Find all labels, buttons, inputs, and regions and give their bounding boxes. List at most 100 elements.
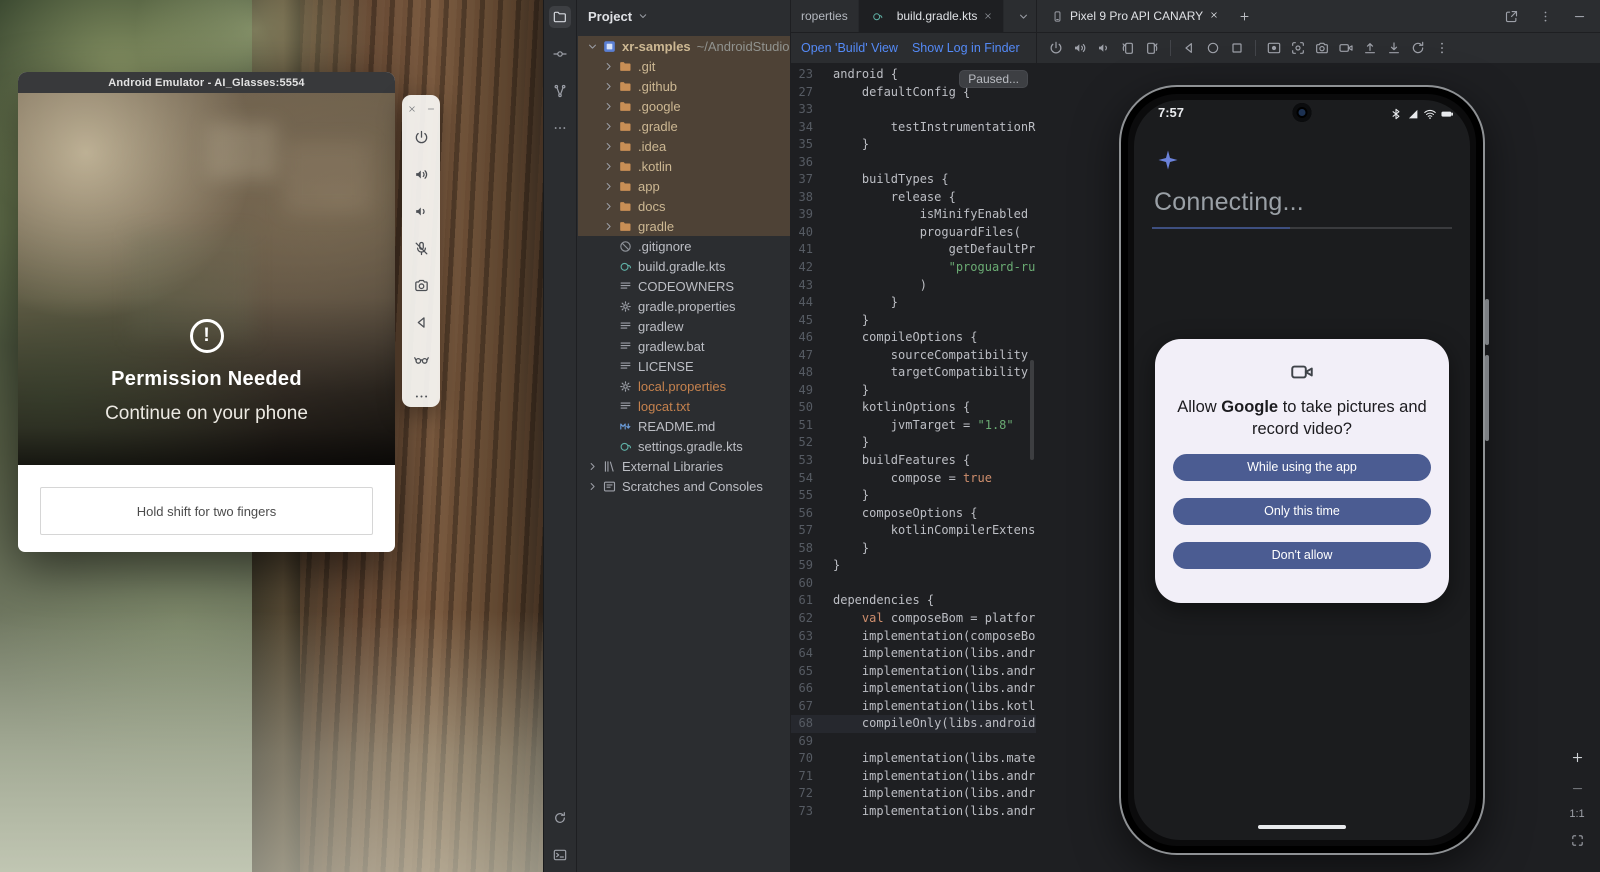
new-tab-button[interactable] bbox=[1233, 5, 1255, 27]
tree-item-gradlew-bat[interactable]: gradlew.bat bbox=[578, 336, 790, 356]
code-line-43[interactable]: 43 ) bbox=[791, 277, 1036, 295]
tree-item-app[interactable]: app bbox=[578, 176, 790, 196]
upload-button[interactable] bbox=[1359, 37, 1381, 59]
back-button[interactable] bbox=[410, 311, 432, 333]
rotate-right-button[interactable] bbox=[1141, 37, 1163, 59]
tree-item-idea[interactable]: .idea bbox=[578, 136, 790, 156]
home-indicator[interactable] bbox=[1258, 825, 1346, 829]
code-line-58[interactable]: 58 } bbox=[791, 540, 1036, 558]
tree-item-docs[interactable]: docs bbox=[578, 196, 790, 216]
code-line-42[interactable]: 42 "proguard-ru bbox=[791, 259, 1036, 277]
code-line-45[interactable]: 45 } bbox=[791, 312, 1036, 330]
sync-button[interactable] bbox=[549, 807, 571, 829]
code-line-56[interactable]: 56 composeOptions { bbox=[791, 505, 1036, 523]
dialog-button-only-this-time[interactable]: Only this time bbox=[1173, 498, 1431, 525]
tree-item-external-libraries[interactable]: External Libraries bbox=[578, 456, 790, 476]
tab-gradle-properties[interactable]: roperties bbox=[791, 0, 859, 32]
tree-item-license[interactable]: LICENSE bbox=[578, 356, 790, 376]
code-line-53[interactable]: 53 buildFeatures { bbox=[791, 452, 1036, 470]
tab-build-gradle-kts[interactable]: build.gradle.kts bbox=[859, 0, 1005, 32]
more-h-button[interactable] bbox=[549, 117, 571, 139]
code-line-34[interactable]: 34 testInstrumentationR bbox=[791, 119, 1036, 137]
code-line-50[interactable]: 50 kotlinOptions { bbox=[791, 399, 1036, 417]
code-line-59[interactable]: 59} bbox=[791, 557, 1036, 575]
code-line-63[interactable]: 63 implementation(composeBo bbox=[791, 628, 1036, 646]
code-line-68[interactable]: 68 compileOnly(libs.android bbox=[791, 715, 1036, 733]
code-line-62[interactable]: 62 val composeBom = platfor bbox=[791, 610, 1036, 628]
screenshot-button[interactable] bbox=[1287, 37, 1309, 59]
code-line-61[interactable]: 61dependencies { bbox=[791, 592, 1036, 610]
home-button[interactable] bbox=[1202, 37, 1224, 59]
code-line-60[interactable]: 60 bbox=[791, 575, 1036, 593]
code-line-54[interactable]: 54 compose = true bbox=[791, 470, 1036, 488]
zoom-in-button[interactable] bbox=[1566, 746, 1588, 768]
code-line-71[interactable]: 71 implementation(libs.andr bbox=[791, 768, 1036, 786]
tree-item-local-properties[interactable]: local.properties bbox=[578, 376, 790, 396]
zoom-level[interactable]: 1:1 bbox=[1569, 808, 1584, 820]
tree-item-settings-gradle-kts[interactable]: settings.gradle.kts bbox=[578, 436, 790, 456]
commit-button[interactable] bbox=[549, 43, 571, 65]
code-line-35[interactable]: 35 } bbox=[791, 136, 1036, 154]
tree-item-kotlin[interactable]: .kotlin bbox=[578, 156, 790, 176]
code-line-38[interactable]: 38 release { bbox=[791, 189, 1036, 207]
project-dropdown-icon[interactable] bbox=[637, 10, 649, 22]
minimize-button[interactable] bbox=[1568, 5, 1590, 27]
toolbar-minimize-icon[interactable] bbox=[426, 104, 436, 114]
code-line-65[interactable]: 65 implementation(libs.andr bbox=[791, 663, 1036, 681]
terminal-button[interactable] bbox=[549, 844, 571, 866]
tree-item-gradle[interactable]: .gradle bbox=[578, 116, 790, 136]
code-line-55[interactable]: 55 } bbox=[791, 487, 1036, 505]
zoom-out-button[interactable] bbox=[1566, 777, 1588, 799]
code-line-51[interactable]: 51 jvmTarget = "1.8" bbox=[791, 417, 1036, 435]
code-line-69[interactable]: 69 bbox=[791, 733, 1036, 751]
rotate-left-button[interactable] bbox=[1117, 37, 1139, 59]
dialog-button-don-t-allow[interactable]: Don't allow bbox=[1173, 542, 1431, 569]
tree-item-logcat-txt[interactable]: logcat.txt bbox=[578, 396, 790, 416]
download-button[interactable] bbox=[1383, 37, 1405, 59]
code-line-41[interactable]: 41 getDefaultPr bbox=[791, 241, 1036, 259]
tree-item-gradlew[interactable]: gradlew bbox=[578, 316, 790, 336]
tree-item-gradle[interactable]: gradle bbox=[578, 216, 790, 236]
code-line-57[interactable]: 57 kotlinCompilerExtens bbox=[791, 522, 1036, 540]
code-line-70[interactable]: 70 implementation(libs.mate bbox=[791, 750, 1036, 768]
volume-down-button[interactable] bbox=[410, 200, 432, 222]
mic-off-button[interactable] bbox=[410, 237, 432, 259]
camera-button[interactable] bbox=[410, 274, 432, 296]
tree-item-xr-samples[interactable]: xr-samples~/AndroidStudioProj bbox=[578, 36, 790, 56]
device-tab-close-icon[interactable] bbox=[1209, 9, 1219, 23]
screen-record-button[interactable] bbox=[1263, 37, 1285, 59]
dialog-button-while-using-the-app[interactable]: While using the app bbox=[1173, 454, 1431, 481]
emulator-screen[interactable]: ! Permission Needed Continue on your pho… bbox=[18, 93, 395, 465]
code-line-48[interactable]: 48 targetCompatibility bbox=[791, 364, 1036, 382]
device-tab[interactable]: Pixel 9 Pro API CANARY bbox=[1043, 0, 1227, 32]
emulator-titlebar[interactable]: Android Emulator - AI_Glasses:5554 bbox=[18, 72, 395, 93]
phone-screen[interactable]: 7:57 Connecting... Allow Google to take … bbox=[1134, 100, 1470, 840]
code-area[interactable]: 23android {27 defaultConfig {3334 testIn… bbox=[791, 64, 1036, 872]
editor-scrollbar[interactable] bbox=[1030, 360, 1034, 460]
open-build-view-link[interactable]: Open 'Build' View bbox=[801, 41, 898, 55]
code-line-72[interactable]: 72 implementation(libs.andr bbox=[791, 785, 1036, 803]
code-line-73[interactable]: 73 implementation(libs.andr bbox=[791, 803, 1036, 821]
code-line-37[interactable]: 37 buildTypes { bbox=[791, 171, 1036, 189]
tree-item-git[interactable]: .git bbox=[578, 56, 790, 76]
code-line-39[interactable]: 39 isMinifyEnabled bbox=[791, 206, 1036, 224]
tree-item-readme-md[interactable]: README.md bbox=[578, 416, 790, 436]
toolbar-close-icon[interactable] bbox=[407, 104, 417, 114]
tree-item-github[interactable]: .github bbox=[578, 76, 790, 96]
code-line-64[interactable]: 64 implementation(libs.andr bbox=[791, 645, 1036, 663]
structure-button[interactable] bbox=[549, 80, 571, 102]
tree-item-scratches-and-consoles[interactable]: Scratches and Consoles bbox=[578, 476, 790, 496]
tree-item-codeowners[interactable]: CODEOWNERS bbox=[578, 276, 790, 296]
overview-button[interactable] bbox=[1226, 37, 1248, 59]
volume-up-button[interactable] bbox=[1069, 37, 1091, 59]
code-line-44[interactable]: 44 } bbox=[791, 294, 1036, 312]
more-v-button[interactable] bbox=[1534, 5, 1556, 27]
more-v-button[interactable] bbox=[1431, 37, 1453, 59]
volume-up-button[interactable] bbox=[410, 163, 432, 185]
tree-item-google[interactable]: .google bbox=[578, 96, 790, 116]
show-log-link[interactable]: Show Log in Finder bbox=[912, 41, 1020, 55]
more-h-button[interactable] bbox=[410, 385, 432, 407]
volume-down-button[interactable] bbox=[1093, 37, 1115, 59]
project-folder-button[interactable] bbox=[549, 6, 571, 28]
hidden-tabs-icon[interactable] bbox=[1017, 0, 1030, 32]
